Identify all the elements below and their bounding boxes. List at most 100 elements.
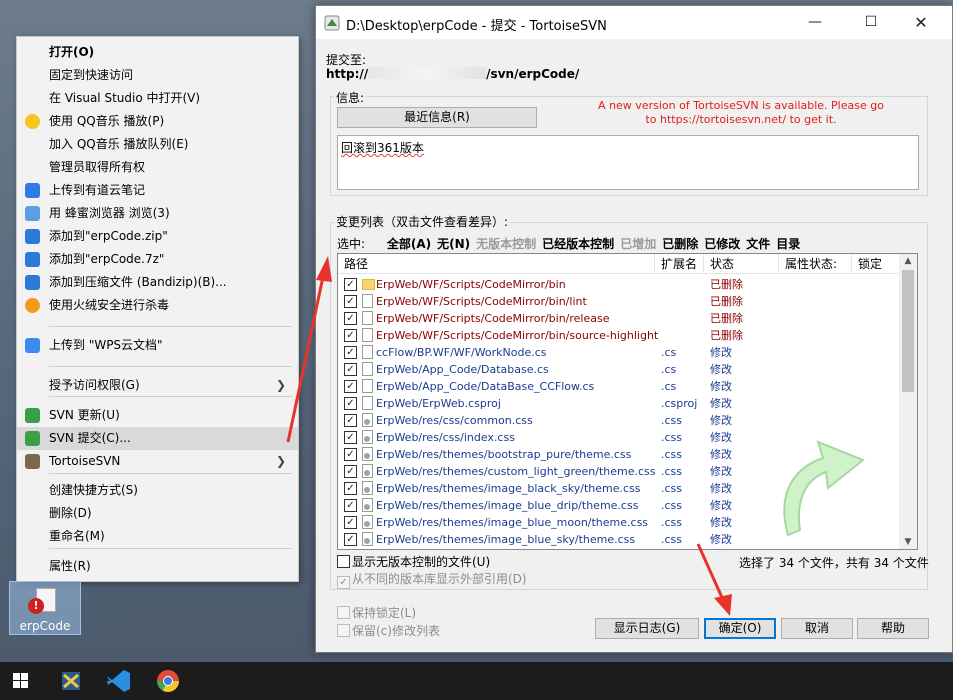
file-checkbox[interactable]: ✓ — [344, 465, 357, 478]
update-notice[interactable]: A new version of TortoiseSVN is availabl… — [591, 99, 891, 127]
context-menu-item[interactable]: 添加到"erpCode.7z" — [17, 248, 298, 271]
context-menu-item[interactable]: 用 蜂蜜浏览器 浏览(3) — [17, 202, 298, 225]
scroll-thumb[interactable] — [902, 270, 914, 392]
commit-message-input[interactable]: 回滚到361版本 — [337, 135, 919, 190]
file-checkbox[interactable]: ✓ — [344, 295, 357, 308]
filter-option[interactable]: 目录 — [776, 237, 800, 251]
file-checkbox[interactable]: ✓ — [344, 363, 357, 376]
context-menu-item[interactable]: 使用火绒安全进行杀毒 — [17, 294, 298, 317]
context-menu-item[interactable]: 固定到快速访问 — [17, 64, 298, 87]
checkbox-box[interactable] — [337, 624, 350, 637]
context-menu-item[interactable]: 删除(D) — [17, 502, 298, 525]
context-menu-item[interactable]: 加入 QQ音乐 播放队列(E) — [17, 133, 298, 156]
column-extension[interactable]: 扩展名 — [655, 254, 704, 274]
column-path[interactable]: 路径 — [338, 254, 655, 274]
windows-start-icon[interactable] — [6, 667, 36, 695]
show-log-button[interactable]: 显示日志(G) — [595, 618, 699, 639]
file-row[interactable]: ✓ ErpWeb/res/css/index.css .css 修改 — [338, 429, 899, 446]
maximize-button[interactable]: ☐ — [848, 6, 894, 39]
filter-option[interactable]: 无(N) — [437, 237, 470, 251]
show-unversioned-checkbox[interactable]: 显示无版本控制的文件(U) — [337, 554, 490, 570]
checkbox-box[interactable] — [337, 606, 350, 619]
checkbox-box[interactable] — [337, 555, 350, 568]
file-row[interactable]: ✓ ErpWeb/WF/Scripts/CodeMirror/bin 已删除 — [338, 276, 899, 293]
context-menu-item[interactable]: 上传到有道云笔记 — [17, 179, 298, 202]
title-bar[interactable]: D:\Desktop\erpCode - 提交 - TortoiseSVN — … — [316, 6, 952, 39]
scroll-down-arrow-icon[interactable]: ▼ — [899, 535, 917, 549]
filter-option[interactable]: 文件 — [746, 237, 770, 251]
context-menu-item[interactable]: 在 Visual Studio 中打开(V) — [17, 87, 298, 110]
chrome-icon[interactable] — [153, 667, 183, 695]
file-row[interactable]: ✓ ErpWeb/res/themes/custom_light_green/th… — [338, 463, 899, 480]
file-row[interactable]: ✓ ErpWeb/WF/Scripts/CodeMirror/bin/releas… — [338, 310, 899, 327]
tool-app-icon[interactable] — [56, 667, 86, 695]
file-checkbox[interactable]: ✓ — [344, 533, 357, 546]
file-checkbox[interactable]: ✓ — [344, 482, 357, 495]
file-row[interactable]: ✓ ErpWeb/res/themes/image_blue_sky/theme.… — [338, 531, 899, 548]
recent-messages-button[interactable]: 最近信息(R) — [337, 107, 537, 128]
context-menu-item[interactable]: 打开(O) — [17, 41, 298, 64]
context-menu-item[interactable]: 属性(R) — [17, 555, 298, 578]
file-checkbox[interactable]: ✓ — [344, 397, 357, 410]
file-checkbox[interactable]: ✓ — [344, 516, 357, 529]
help-button[interactable]: 帮助 — [857, 618, 929, 639]
file-row[interactable]: ✓ ErpWeb/res/themes/image_blue_drip/theme… — [338, 497, 899, 514]
file-row[interactable]: ✓ ErpWeb/res/themes/image_blue_moon/theme… — [338, 514, 899, 531]
filter-option[interactable]: 全部(A) — [387, 237, 431, 251]
keep-locks-checkbox[interactable]: 保持锁定(L) — [337, 605, 416, 621]
filter-option[interactable]: 已删除 — [662, 237, 698, 251]
context-menu-item[interactable]: 添加到压缩文件 (Bandizip)(B)... — [17, 271, 298, 294]
file-icon — [362, 515, 373, 529]
context-menu-item[interactable]: SVN 提交(C)... — [17, 427, 298, 450]
file-row[interactable]: ✓ ErpWeb/res/themes/bootstrap_pure/theme.… — [338, 446, 899, 463]
keep-changelists-checkbox[interactable]: 保留(c)修改列表 — [337, 623, 440, 639]
file-checkbox[interactable]: ✓ — [344, 499, 357, 512]
file-icon — [362, 311, 373, 325]
file-row[interactable]: ✓ ErpWeb/ErpWeb.csproj .csproj 修改 — [338, 395, 899, 412]
file-checkbox[interactable]: ✓ — [344, 329, 357, 342]
file-checkbox[interactable]: ✓ — [344, 346, 357, 359]
file-checkbox[interactable]: ✓ — [344, 448, 357, 461]
column-property-status[interactable]: 属性状态: — [779, 254, 852, 274]
close-button[interactable]: ✕ — [898, 6, 944, 39]
show-externals-checkbox[interactable]: ✓ 从不同的版本库显示外部引用(D) — [337, 571, 527, 589]
file-row[interactable]: ✓ ErpWeb/App_Code/Database.cs .cs 修改 — [338, 361, 899, 378]
cancel-button[interactable]: 取消 — [781, 618, 853, 639]
file-checkbox[interactable]: ✓ — [344, 312, 357, 325]
scroll-up-arrow-icon[interactable]: ▲ — [899, 254, 917, 268]
file-row[interactable]: ✓ ErpWeb/WF/Scripts/CodeMirror/bin/source… — [338, 327, 899, 344]
filter-option[interactable]: 无版本控制 — [476, 237, 536, 251]
minimize-button[interactable]: — — [792, 6, 838, 39]
file-path: ErpWeb/res/themes/image_blue_moon/theme.… — [376, 516, 649, 529]
filter-option[interactable]: 已增加 — [620, 237, 656, 251]
vscode-icon[interactable] — [104, 667, 134, 695]
file-checkbox[interactable]: ✓ — [344, 414, 357, 427]
file-checkbox[interactable]: ✓ — [344, 380, 357, 393]
context-menu-item[interactable]: TortoiseSVN ❯ — [17, 450, 298, 473]
changed-files-list[interactable]: 路径 扩展名 状态 属性状态: 锁定 ✓ ErpWeb/WF/Scripts/Co… — [337, 253, 918, 550]
context-menu-item[interactable]: 使用 QQ音乐 播放(P) — [17, 110, 298, 133]
context-menu-item[interactable]: 上传到 "WPS云文档" — [17, 334, 298, 357]
ok-button[interactable]: 确定(O) — [704, 618, 776, 639]
column-lock[interactable]: 锁定 — [852, 254, 899, 274]
context-menu-item-label: 重命名(M) — [49, 529, 105, 543]
context-menu-item[interactable]: 重命名(M) — [17, 525, 298, 548]
file-row[interactable]: ✓ ErpWeb/App_Code/DataBase_CCFlow.cs .cs 修改 — [338, 378, 899, 395]
list-scrollbar[interactable]: ▲ ▼ — [899, 254, 917, 549]
context-menu-item[interactable]: 创建快捷方式(S) — [17, 479, 298, 502]
filter-option[interactable]: 已修改 — [704, 237, 740, 251]
filter-option[interactable]: 已经版本控制 — [542, 237, 614, 251]
file-row[interactable]: ✓ ccFlow/BP.WF/WF/WorkNode.cs .cs 修改 — [338, 344, 899, 361]
file-row[interactable]: ✓ ErpWeb/res/css/common.css .css 修改 — [338, 412, 899, 429]
checkbox-box[interactable]: ✓ — [337, 576, 350, 589]
context-menu-item[interactable]: 添加到"erpCode.zip" — [17, 225, 298, 248]
file-checkbox[interactable]: ✓ — [344, 278, 357, 291]
file-checkbox[interactable]: ✓ — [344, 431, 357, 444]
file-row[interactable]: ✓ ErpWeb/WF/Scripts/CodeMirror/bin/lint 已删… — [338, 293, 899, 310]
column-status[interactable]: 状态 — [704, 254, 779, 274]
desktop-folder-erpcode[interactable]: ! erpCode — [9, 581, 81, 635]
context-menu-item[interactable]: 管理员取得所有权 — [17, 156, 298, 179]
context-menu-item[interactable]: SVN 更新(U) — [17, 404, 298, 427]
file-row[interactable]: ✓ ErpWeb/res/themes/image_black_sky/theme… — [338, 480, 899, 497]
context-menu-item[interactable]: 授予访问权限(G) ❯ — [17, 374, 298, 397]
